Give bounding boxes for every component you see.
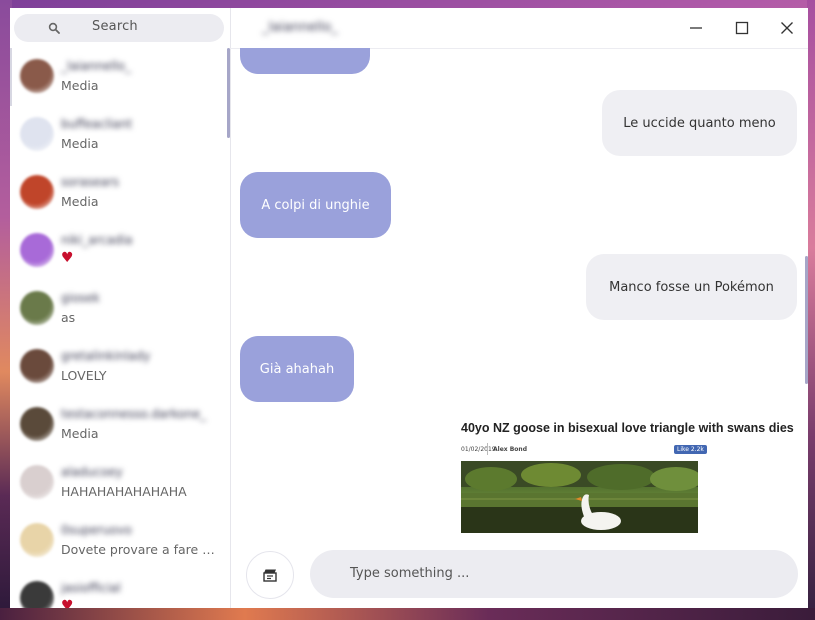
chat-preview: Media [61,78,99,93]
message-bubble-incoming: Già ahahah [240,336,354,402]
link-preview-image [461,461,698,533]
chat-item[interactable]: niki_arcadia ♥ [10,222,230,280]
message-bubble-outgoing: Le uccide quanto meno [602,90,797,156]
message-input[interactable]: Type something ... [310,550,798,598]
chat-preview: as [61,310,76,325]
link-preview-card[interactable]: 40yo NZ goose in bisexual love triangle … [461,420,801,533]
minimize-icon [690,27,702,29]
message-bubble-incoming [240,48,370,74]
message-bubble-incoming: A colpi di unghie [240,172,391,238]
avatar [20,233,54,267]
chat-name: buffeacliant [61,117,133,131]
composer: Type something ... [230,548,808,608]
message-scrollbar[interactable] [805,256,808,384]
conversation-title: _laiannello_ [262,20,338,35]
chat-preview: HAHAHAHAHAHAHA [61,484,187,499]
maximize-icon [735,21,749,35]
link-preview-title: 40yo NZ goose in bisexual love triangle … [461,421,794,435]
search-input[interactable]: Search [92,19,138,34]
chat-item[interactable]: _laiannello_ Media [10,48,230,106]
desktop-wallpaper-right [807,0,815,620]
message-bubble-outgoing: Manco fosse un Pokémon [586,254,797,320]
avatar [20,349,54,383]
chat-item[interactable]: 0superuovo Dovete provare a fare una cos… [10,512,230,570]
chat-name: _laiannello_ [61,59,131,73]
chat-item[interactable]: aladucoey HAHAHAHAHAHAHA [10,454,230,512]
chat-item[interactable]: testaconnesso.darkone_ Media [10,396,230,454]
chat-name: sorasears [61,175,120,189]
chat-preview: LOVELY [61,368,107,383]
chat-name: testaconnesso.darkone_ [61,407,207,421]
chat-item[interactable]: giosek as [10,280,230,338]
meta-divider [487,443,488,455]
message-area: Le uccide quanto meno A colpi di unghie … [230,48,808,548]
attach-media-button[interactable] [246,551,294,599]
chat-preview: Dovete provare a fare una cosa [61,542,221,557]
heart-icon: ♥ [61,598,74,608]
desktop-wallpaper-bottom [0,608,815,620]
chat-preview: Media [61,136,99,151]
chat-item[interactable]: jasiofficial ♥ [10,570,230,608]
facebook-like-button[interactable]: Like 2.2k [674,445,707,454]
app-window: Search _laiannello_ Media buffeacliant M… [10,8,808,608]
message-input-placeholder: Type something ... [350,566,470,581]
conversation-header: _laiannello_ [230,8,808,49]
chat-name: aladucoey [61,465,123,479]
close-button[interactable] [777,18,797,38]
avatar [20,175,54,209]
avatar [20,117,54,151]
minimize-button[interactable] [686,18,706,38]
chat-preview: Media [61,194,99,209]
link-preview-meta: 01/02/2019 Alex Bond Like 2.2k [461,443,801,457]
heart-icon: ♥ [61,250,74,266]
avatar [20,291,54,325]
chat-sidebar: Search _laiannello_ Media buffeacliant M… [10,8,231,608]
chat-name: giosek [61,291,100,305]
maximize-button[interactable] [732,18,752,38]
avatar [20,407,54,441]
avatar [20,465,54,499]
chat-preview: Media [61,426,99,441]
clapperboard-icon [263,569,277,582]
avatar [20,523,54,557]
search-bar[interactable]: Search [14,14,224,42]
close-icon [781,22,793,34]
link-preview-author: Alex Bond [493,446,527,453]
chat-name: niki_arcadia [61,233,133,247]
link-preview-date: 01/02/2019 [461,446,496,453]
chat-item[interactable]: buffeacliant Media [10,106,230,164]
goose-photo [461,461,698,533]
chat-name: 0superuovo [61,523,132,537]
avatar [20,59,54,93]
chat-item[interactable]: sorasears Media [10,164,230,222]
chat-name: jasiofficial [61,581,121,595]
chat-list: _laiannello_ Media buffeacliant Media so… [10,48,230,608]
chat-item[interactable]: gretalinkinlady LOVELY [10,338,230,396]
chat-name: gretalinkinlady [61,349,151,363]
search-icon [48,22,60,34]
avatar [20,581,54,608]
